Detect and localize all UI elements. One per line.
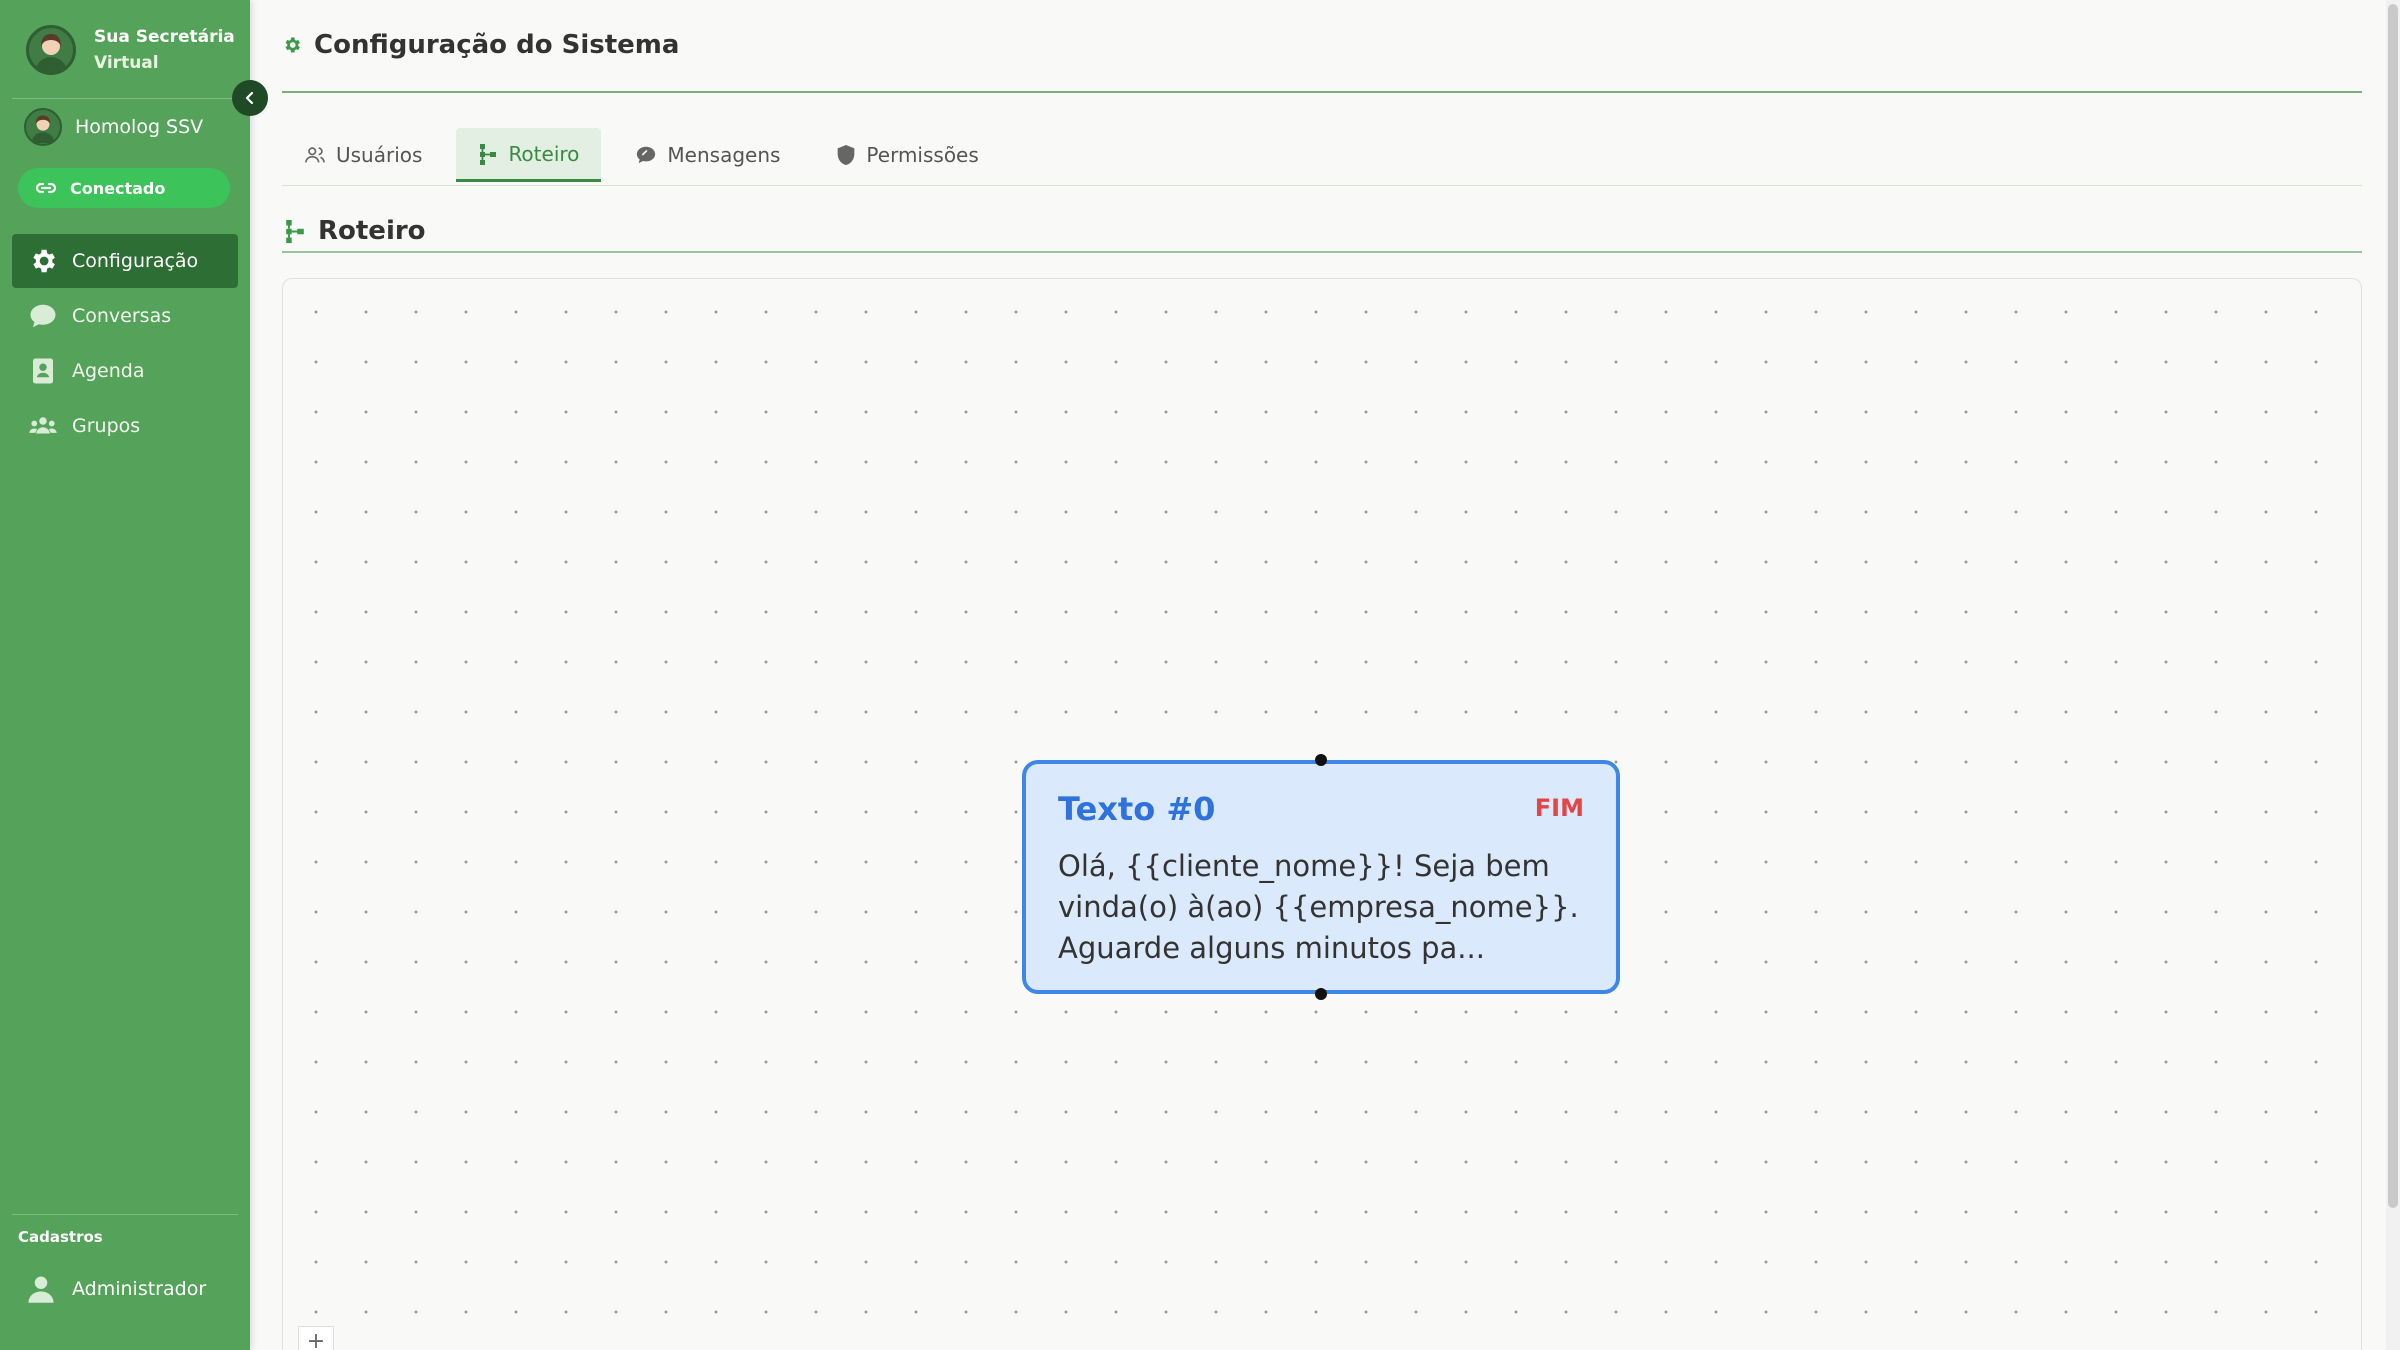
tab-label: Permissões — [866, 143, 979, 167]
admin-label: Administrador — [72, 1278, 207, 1300]
sidebar-nav: Configuração Conversas Agenda Grupos — [12, 234, 238, 454]
tab-bar: Usuários Roteiro Mensagens Permissões — [282, 128, 1013, 182]
chevron-left-icon — [245, 91, 254, 105]
tabs-divider — [282, 185, 2362, 186]
workspace-avatar — [24, 108, 62, 146]
sidebar-item-grupos[interactable]: Grupos — [12, 399, 238, 453]
workspace-switcher[interactable]: Homolog SSV — [24, 108, 203, 146]
chat-icon — [637, 146, 656, 164]
flow-node-text[interactable]: Texto #0 FIM Olá, {{cliente_nome}}! Seja… — [1022, 754, 1620, 1000]
brand-title: Sua Secretária — [94, 27, 235, 47]
sidebar-section-label: Cadastros — [18, 1228, 103, 1246]
section-title: Roteiro — [284, 216, 426, 246]
sidebar: Sua Secretária Virtual Homolog SSV Conec… — [0, 0, 250, 1350]
sidebar-item-configuracao[interactable]: Configuração — [12, 234, 238, 288]
tab-label: Usuários — [336, 143, 423, 167]
shield-icon — [838, 145, 855, 165]
brand-subtitle: Virtual — [94, 53, 159, 73]
assistant-avatar-icon — [35, 34, 67, 72]
tab-roteiro[interactable]: Roteiro — [456, 128, 602, 182]
tab-mensagens[interactable]: Mensagens — [613, 128, 802, 182]
node-output-handle[interactable] — [1315, 988, 1327, 1000]
sidebar-item-agenda[interactable]: Agenda — [12, 344, 238, 398]
sidebar-item-administrador[interactable]: Administrador — [26, 1274, 206, 1304]
tab-label: Mensagens — [667, 143, 781, 167]
section-title-text: Roteiro — [318, 216, 426, 246]
page-scrollbar[interactable] — [2386, 0, 2400, 1350]
node-input-handle[interactable] — [1315, 754, 1327, 766]
contact-book-icon — [33, 358, 53, 384]
chat-bubble-icon — [30, 304, 56, 328]
sidebar-item-conversas[interactable]: Conversas — [12, 289, 238, 343]
node-body-text: Olá, {{cliente_nome}}! Seja bem vinda(o)… — [1058, 849, 1579, 965]
tab-label: Roteiro — [508, 141, 580, 166]
flow-icon — [286, 220, 304, 244]
page-title-text: Configuração do Sistema — [314, 30, 680, 60]
user-icon — [28, 1276, 54, 1303]
tab-usuarios[interactable]: Usuários — [282, 128, 444, 182]
workspace-name: Homolog SSV — [75, 116, 204, 138]
assistant-avatar-icon — [31, 115, 55, 143]
zoom-in-button[interactable]: + — [298, 1326, 334, 1350]
sidebar-divider — [12, 98, 238, 99]
sidebar-item-label: Grupos — [72, 415, 141, 437]
brand: Sua Secretária Virtual — [26, 24, 235, 76]
sidebar-item-label: Conversas — [72, 305, 172, 327]
sidebar-divider — [12, 1214, 238, 1215]
gear-icon — [285, 37, 300, 53]
tab-permissoes[interactable]: Permissões — [814, 128, 1000, 182]
page-title: Configuração do Sistema — [282, 30, 679, 60]
sidebar-collapse-button[interactable] — [232, 80, 268, 116]
link-icon — [35, 182, 57, 194]
connection-status-badge: Conectado — [18, 168, 230, 208]
node-end-badge: FIM — [1534, 794, 1584, 822]
node-title: Texto #0 — [1058, 790, 1216, 828]
gear-icon — [33, 249, 55, 273]
flow-icon — [480, 143, 497, 165]
group-icon — [29, 417, 57, 434]
section-divider — [282, 251, 2362, 253]
sidebar-item-label: Configuração — [72, 250, 199, 272]
avatar — [26, 25, 76, 75]
connection-status-label: Conectado — [70, 178, 166, 198]
title-divider — [282, 91, 2362, 93]
sidebar-item-label: Agenda — [72, 360, 145, 382]
users-icon — [305, 147, 325, 163]
scrollbar-thumb[interactable] — [2388, 4, 2398, 1208]
